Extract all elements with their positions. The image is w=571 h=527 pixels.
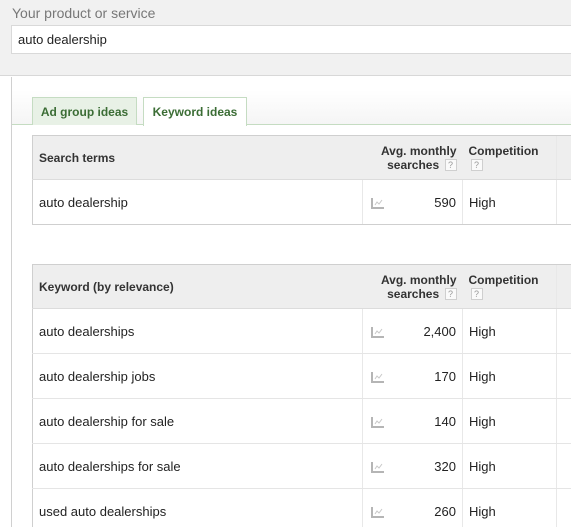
product-panel: Your product or service xyxy=(0,0,571,76)
extra-cell xyxy=(556,353,571,399)
keyword-cell: auto dealership for sale xyxy=(32,398,363,444)
trend-chart-icon[interactable] xyxy=(371,371,385,384)
trend-cell[interactable] xyxy=(362,179,401,225)
left-divider xyxy=(11,77,12,527)
avg-searches-cell: 170 xyxy=(400,353,463,399)
avg-searches-cell: 260 xyxy=(400,488,463,527)
trend-chart-icon[interactable] xyxy=(371,326,385,339)
header-searches-line2: searches xyxy=(387,157,440,172)
header-avg-monthly-searches[interactable]: Avg. monthly searches ? xyxy=(362,264,463,309)
trend-chart-icon[interactable] xyxy=(371,197,385,210)
trend-chart-icon[interactable] xyxy=(371,416,385,429)
table-row: auto dealership 590 High xyxy=(32,179,571,225)
header-searches-line1: Avg. monthly xyxy=(380,143,457,158)
header-competition-label: Competition xyxy=(468,143,539,158)
header-competition[interactable]: Competition ? xyxy=(462,135,557,180)
help-icon[interactable]: ? xyxy=(470,288,483,301)
header-avg-monthly-searches[interactable]: Avg. monthly searches ? xyxy=(362,135,463,180)
header-competition-label: Competition xyxy=(468,272,539,287)
header-search-terms[interactable]: Search terms xyxy=(32,135,363,180)
keyword-cell: used auto dealerships xyxy=(32,488,363,527)
competition-cell: High xyxy=(462,443,557,489)
competition-cell: High xyxy=(462,353,557,399)
trend-cell[interactable] xyxy=(362,443,401,489)
search-terms-table: Search terms Avg. monthly searches ? Com… xyxy=(32,135,571,225)
table-row: auto dealerships for sale 320 High xyxy=(32,443,571,489)
product-input[interactable] xyxy=(11,25,571,54)
competition-cell: High xyxy=(462,179,557,225)
keyword-ideas-table: Keyword (by relevance) Avg. monthly sear… xyxy=(32,264,571,527)
header-extra xyxy=(556,264,571,309)
table-row: auto dealerships 2,400 High xyxy=(32,308,571,354)
extra-cell xyxy=(556,398,571,444)
search-term-cell: auto dealership xyxy=(32,179,363,225)
extra-cell xyxy=(556,488,571,527)
competition-cell: High xyxy=(462,488,557,527)
competition-cell: High xyxy=(462,308,557,354)
header-keyword[interactable]: Keyword (by relevance) xyxy=(32,264,363,309)
table-header-row: Keyword (by relevance) Avg. monthly sear… xyxy=(32,264,571,309)
header-searches-line2: searches xyxy=(387,286,440,301)
trend-cell[interactable] xyxy=(362,308,401,354)
avg-searches-cell: 590 xyxy=(400,179,463,225)
help-icon[interactable]: ? xyxy=(444,288,457,301)
trend-cell[interactable] xyxy=(362,353,401,399)
help-icon[interactable]: ? xyxy=(444,159,457,172)
trend-cell[interactable] xyxy=(362,488,401,527)
table-header-row: Search terms Avg. monthly searches ? Com… xyxy=(32,135,571,180)
table-row: auto dealership jobs 170 High xyxy=(32,353,571,399)
header-searches-line1: Avg. monthly xyxy=(380,272,457,287)
product-label: Your product or service xyxy=(12,5,156,21)
header-extra xyxy=(556,135,571,180)
table-row: auto dealership for sale 140 High xyxy=(32,398,571,444)
avg-searches-cell: 320 xyxy=(400,443,463,489)
header-competition[interactable]: Competition ? xyxy=(462,264,557,309)
help-icon[interactable]: ? xyxy=(470,159,483,172)
trend-cell[interactable] xyxy=(362,398,401,444)
table-row: used auto dealerships 260 High xyxy=(32,488,571,527)
trend-chart-icon[interactable] xyxy=(371,506,385,519)
competition-cell: High xyxy=(462,398,557,444)
extra-cell xyxy=(556,443,571,489)
trend-chart-icon[interactable] xyxy=(371,461,385,474)
tab-ad-group-ideas[interactable]: Ad group ideas xyxy=(32,97,137,125)
keyword-cell: auto dealerships xyxy=(32,308,363,354)
avg-searches-cell: 2,400 xyxy=(400,308,463,354)
extra-cell xyxy=(556,179,571,225)
tab-bar: Ad group ideas Keyword ideas xyxy=(12,90,571,126)
keyword-cell: auto dealership jobs xyxy=(32,353,363,399)
keyword-cell: auto dealerships for sale xyxy=(32,443,363,489)
extra-cell xyxy=(556,308,571,354)
avg-searches-cell: 140 xyxy=(400,398,463,444)
tab-keyword-ideas[interactable]: Keyword ideas xyxy=(143,97,247,126)
